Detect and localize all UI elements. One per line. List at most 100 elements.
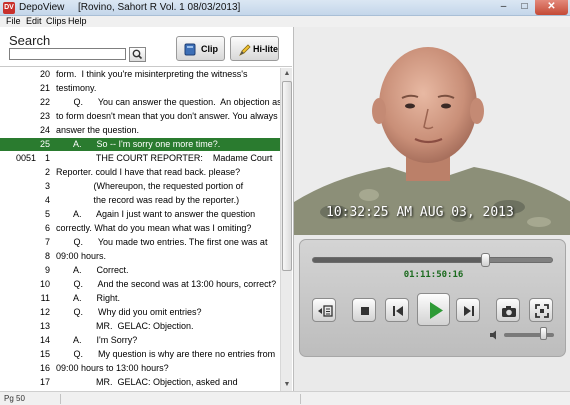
fullscreen-button[interactable] — [529, 298, 553, 322]
line-number: 22 — [39, 97, 50, 107]
transcript-line[interactable]: 14 A. I'm Sorry? — [0, 334, 280, 347]
line-number: 23 — [39, 111, 50, 121]
volume-icon — [490, 330, 496, 340]
line-number: 24 — [39, 125, 50, 135]
playback-progress-knob[interactable] — [481, 253, 490, 267]
transcript-line[interactable]: 5 A. Again I just want to answer the que… — [0, 208, 280, 221]
magnifier-icon — [132, 49, 143, 60]
snapshot-button[interactable] — [496, 298, 520, 322]
clip-list-button[interactable] — [312, 298, 336, 322]
transcript-line[interactable]: 21 testimony. — [0, 82, 280, 95]
transcript-line[interactable]: 13 MR. GELAC: Objection. — [0, 320, 280, 333]
witness-video-frame — [294, 27, 570, 235]
search-button[interactable] — [129, 47, 146, 62]
line-text: (Whereupon, the requested portion of — [56, 181, 244, 191]
transcript-line[interactable]: 11 A. Right. — [0, 292, 280, 305]
transcript-line[interactable]: 20 form. I think you're misinterpreting t… — [0, 68, 280, 81]
line-text: Q. Why did you omit entries? — [56, 307, 202, 317]
line-number: 10 — [39, 279, 50, 289]
transcript-line[interactable]: 4 the record was read by the reporter.) — [0, 194, 280, 207]
fullscreen-icon — [535, 304, 549, 318]
transcript-line[interactable]: 9 A. Correct. — [0, 264, 280, 277]
line-text: Q. You can answer the question. An objec… — [56, 97, 281, 107]
close-button[interactable]: ✕ — [535, 0, 568, 15]
hilite-button[interactable]: Hi-lite — [230, 36, 279, 61]
line-number: 8 — [44, 251, 50, 261]
menu-edit[interactable]: Edit — [26, 16, 42, 27]
line-text: Reporter. could I have that read back. p… — [56, 167, 241, 177]
line-text: Q. My question is why are there no entri… — [56, 349, 276, 359]
stop-button[interactable] — [352, 298, 376, 322]
transcript-line[interactable]: 6 correctly. What do you mean what was I … — [0, 222, 280, 235]
previous-button[interactable] — [385, 298, 409, 322]
line-number: 17 — [39, 377, 50, 387]
video-display[interactable]: 10:32:25 AM AUG 03, 2013 — [294, 27, 570, 235]
transcript-line[interactable]: 24 answer the question. — [0, 124, 280, 137]
transcript-line[interactable]: 10 Q. And the second was at 13:00 hours,… — [0, 278, 280, 291]
transcript-panel: Search Clip Hi-lite 20 form. I think you'… — [0, 27, 292, 391]
transcript-line[interactable]: 7 Q. You made two entries. The first one… — [0, 236, 280, 249]
line-number: 4 — [44, 195, 50, 205]
transcript-line[interactable]: 12 Q. Why did you omit entries? — [0, 306, 280, 319]
transcript-line[interactable]: 2 Reporter. could I have that read back. … — [0, 166, 280, 179]
line-number: 11 — [40, 293, 50, 303]
stop-icon — [361, 307, 369, 315]
transcript-line[interactable]: 3 (Whereupon, the requested portion of — [0, 180, 280, 193]
page-indicator: Pg 50 — [4, 394, 25, 403]
video-timestamp-overlay: 10:32:25 AM AUG 03, 2013 — [326, 205, 514, 220]
transcript-line[interactable]: 23 to form doesn't mean that you don't an… — [0, 110, 280, 123]
line-text: A. I'm Sorry? — [56, 335, 138, 345]
app-title: DepoView — [19, 2, 65, 13]
line-number: 25 — [39, 139, 50, 149]
volume-slider-knob[interactable] — [540, 327, 547, 340]
scroll-up-arrow-icon[interactable]: ▲ — [281, 68, 293, 80]
transcript-line[interactable]: 17 MR. GELAC: Objection, asked and — [0, 376, 280, 389]
line-number: 6 — [44, 223, 50, 233]
time-readout: 01:11:50:16 — [403, 270, 464, 280]
line-text: correctly. What do you mean what was I o… — [56, 223, 252, 233]
video-panel: 10:32:25 AM AUG 03, 2013 01:11:50:16 — [293, 27, 570, 391]
transcript-toolbar: Search Clip Hi-lite — [0, 27, 292, 67]
line-text: 09:00 hours. — [56, 251, 107, 261]
line-text: A. Again I just want to answer the quest… — [56, 209, 256, 219]
transcript-line[interactable]: 0051 1 THE COURT REPORTER: Madame Court — [0, 152, 280, 165]
line-number: 15 — [39, 349, 50, 359]
transcript-line-current[interactable]: 25 A. So -- I'm sorry one more time?. — [0, 138, 280, 151]
menu-help[interactable]: Help — [68, 16, 87, 27]
menu-file[interactable]: File — [6, 16, 21, 27]
skip-forward-icon — [464, 306, 474, 316]
line-number: 12 — [39, 307, 50, 317]
clip-book-icon — [184, 43, 196, 56]
playback-progress-track[interactable] — [312, 257, 553, 263]
transcript-line[interactable]: 22 Q. You can answer the question. An ob… — [0, 96, 280, 109]
line-number: 20 — [39, 69, 50, 79]
maximize-button[interactable]: □ — [514, 0, 535, 15]
app-logo-icon: DV — [3, 2, 15, 14]
playback-progress-fill — [313, 258, 485, 262]
search-input[interactable] — [9, 48, 126, 60]
line-text: to form doesn't mean that you don't answ… — [56, 111, 278, 121]
line-text: form. I think you're misinterpreting the… — [56, 69, 248, 79]
transcript-line[interactable]: 8 09:00 hours. — [0, 250, 280, 263]
line-number: 3 — [44, 181, 50, 191]
next-button[interactable] — [456, 298, 480, 322]
menu-bar: File Edit Clips Help — [0, 16, 570, 27]
skip-back-icon — [393, 306, 403, 316]
line-text: 09:00 hours to 13:00 hours? — [56, 363, 169, 373]
line-text: THE COURT REPORTER: Madame Court — [56, 153, 273, 163]
scroll-down-arrow-icon[interactable]: ▼ — [281, 379, 293, 391]
play-button[interactable] — [417, 293, 450, 326]
clip-label: Clip — [201, 44, 218, 54]
minimize-button[interactable]: – — [493, 0, 514, 15]
transcript-text-area[interactable]: 20 form. I think you're misinterpreting t… — [0, 68, 280, 391]
transcript-line[interactable]: 16 09:00 hours to 13:00 hours? — [0, 362, 280, 375]
transcript-line[interactable]: 15 Q. My question is why are there no en… — [0, 348, 280, 361]
scroll-thumb[interactable] — [282, 81, 292, 271]
clip-button[interactable]: Clip — [176, 36, 225, 61]
status-bar: Pg 50 — [0, 391, 570, 405]
line-text: Q. And the second was at 13:00 hours, co… — [56, 279, 277, 289]
menu-clips[interactable]: Clips — [46, 16, 66, 27]
transcript-scrollbar[interactable]: ▲ ▼ — [280, 68, 292, 391]
title-bar: DV DepoView [Rovino, Sahort R Vol. 1 08/… — [0, 0, 570, 16]
window-file-title: [Rovino, Sahort R Vol. 1 08/03/2013] — [78, 2, 241, 13]
